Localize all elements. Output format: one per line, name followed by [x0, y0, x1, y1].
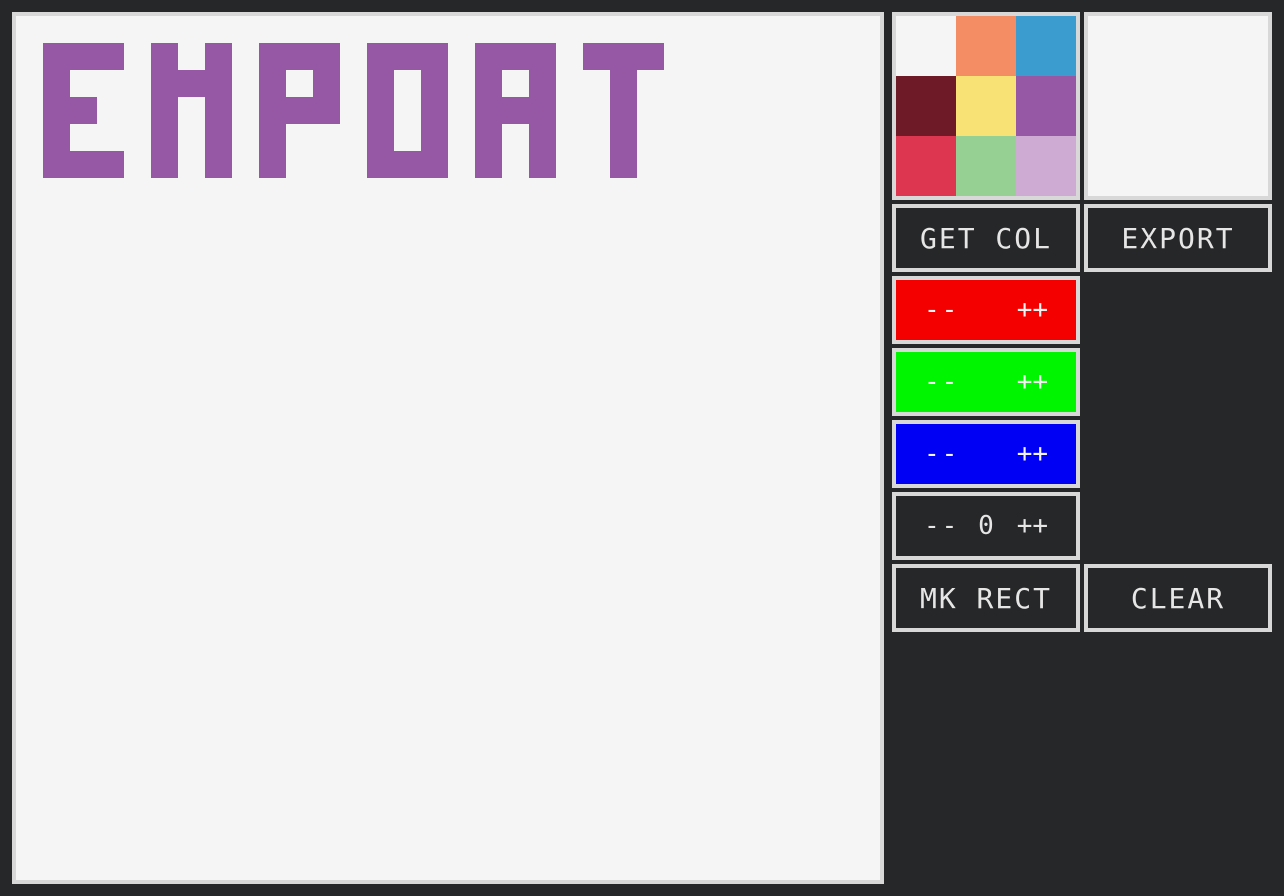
pixel [151, 70, 178, 97]
pixel [367, 124, 394, 151]
size-value: 0 [978, 511, 994, 541]
green-channel-stepper: -- ++ [892, 348, 1080, 416]
pixel [259, 124, 286, 151]
pixel [70, 43, 97, 70]
export-button[interactable]: EXPORT [1084, 204, 1272, 272]
red-channel-stepper: -- ++ [892, 276, 1080, 344]
pixel [529, 124, 556, 151]
pixel [43, 124, 70, 151]
pixel [205, 70, 232, 97]
pixel [502, 43, 529, 70]
pixel [259, 70, 286, 97]
pixel [529, 97, 556, 124]
pixel [43, 43, 70, 70]
pixel [205, 151, 232, 178]
blue-increase-button[interactable]: ++ [1017, 439, 1048, 469]
pixel [394, 43, 421, 70]
pixel [205, 124, 232, 151]
pixel [529, 43, 556, 70]
pixel [205, 43, 232, 70]
palette-swatch[interactable] [956, 16, 1016, 76]
pixel [286, 97, 313, 124]
pixel [205, 97, 232, 124]
palette-swatch[interactable] [1016, 76, 1076, 136]
pixel [97, 43, 124, 70]
pixel [529, 151, 556, 178]
palette-swatch[interactable] [1016, 16, 1076, 76]
size-decrease-button[interactable]: -- [924, 511, 959, 541]
pixel [421, 97, 448, 124]
pixel [610, 43, 637, 70]
pixel [529, 70, 556, 97]
pixel [367, 151, 394, 178]
pixel [475, 70, 502, 97]
pixel [178, 70, 205, 97]
drawing-canvas[interactable] [12, 12, 884, 884]
palette-swatch[interactable] [956, 76, 1016, 136]
clear-button[interactable]: CLEAR [1084, 564, 1272, 632]
pixel [583, 43, 610, 70]
pixel-art-export [43, 43, 664, 178]
pixel [313, 70, 340, 97]
pixel [610, 70, 637, 97]
pixel [43, 151, 70, 178]
pixel [610, 97, 637, 124]
get-color-button[interactable]: GET COL [892, 204, 1080, 272]
size-stepper: -- 0 ++ [892, 492, 1080, 560]
pixel [259, 97, 286, 124]
red-decrease-button[interactable]: -- [924, 295, 959, 325]
pixel [151, 124, 178, 151]
pixel [313, 43, 340, 70]
color-palette [892, 12, 1080, 200]
blue-decrease-button[interactable]: -- [924, 439, 959, 469]
pixel [70, 97, 97, 124]
pixel [637, 43, 664, 70]
pixel [421, 151, 448, 178]
pixel [610, 151, 637, 178]
palette-swatch[interactable] [956, 136, 1016, 196]
size-increase-button[interactable]: ++ [1017, 511, 1048, 541]
pixel [286, 43, 313, 70]
palette-swatch[interactable] [896, 136, 956, 196]
pixel [475, 151, 502, 178]
pixel [70, 151, 97, 178]
palette-swatch[interactable] [896, 76, 956, 136]
pixel [151, 43, 178, 70]
color-preview [1084, 12, 1272, 200]
pixel [367, 97, 394, 124]
pixel [502, 97, 529, 124]
make-rect-button[interactable]: MK RECT [892, 564, 1080, 632]
pixel [475, 124, 502, 151]
green-decrease-button[interactable]: -- [924, 367, 959, 397]
pixel [421, 70, 448, 97]
pixel [367, 43, 394, 70]
pixel [475, 97, 502, 124]
pixel [421, 43, 448, 70]
pixel [394, 151, 421, 178]
pixel [610, 124, 637, 151]
blue-channel-stepper: -- ++ [892, 420, 1080, 488]
pixel [367, 70, 394, 97]
palette-swatch[interactable] [1016, 136, 1076, 196]
pixel [421, 124, 448, 151]
pixel [313, 97, 340, 124]
pixel [259, 151, 286, 178]
pixel [259, 43, 286, 70]
pixel [151, 97, 178, 124]
green-increase-button[interactable]: ++ [1017, 367, 1048, 397]
pixel [151, 151, 178, 178]
palette-swatch[interactable] [896, 16, 956, 76]
pixel [97, 151, 124, 178]
pixel [43, 97, 70, 124]
pixel [43, 70, 70, 97]
red-increase-button[interactable]: ++ [1017, 295, 1048, 325]
pixel [475, 43, 502, 70]
